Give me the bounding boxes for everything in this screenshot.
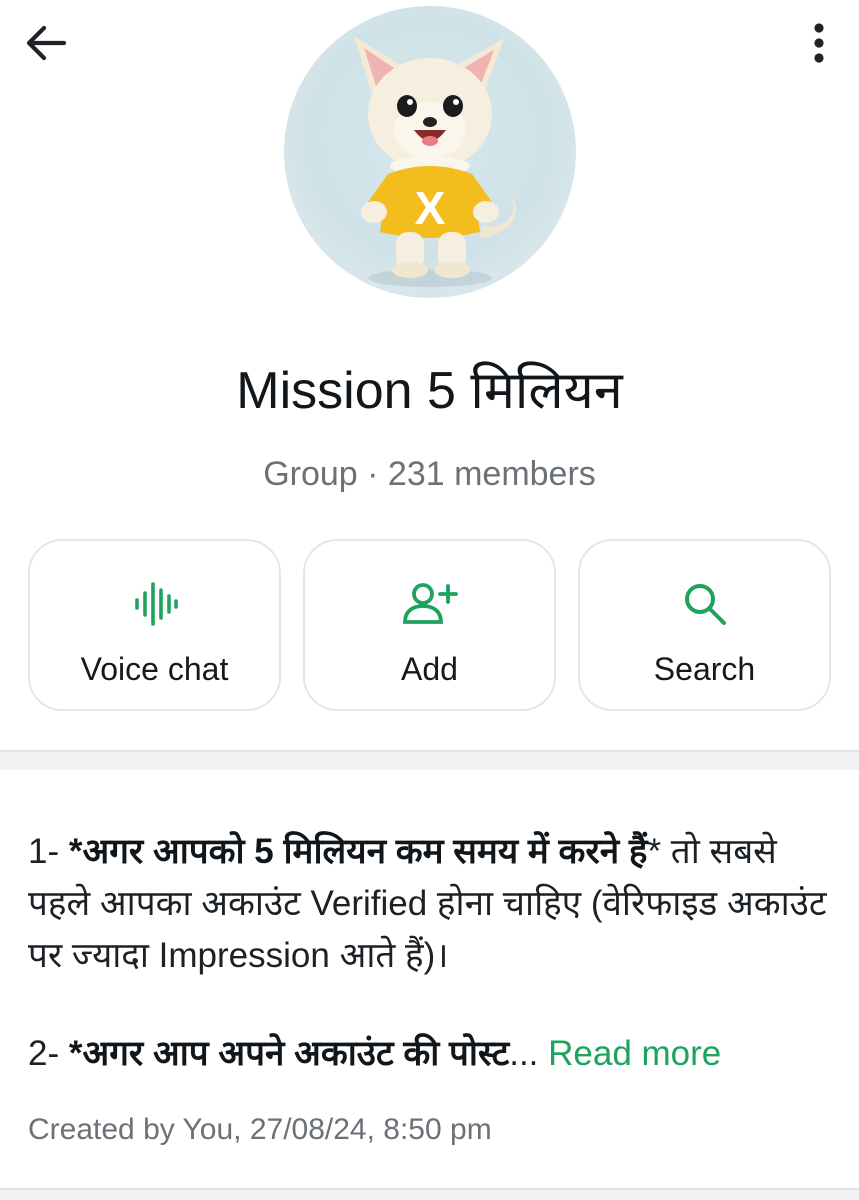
arrow-left-icon <box>24 23 68 68</box>
group-name: Mission 5 मिलियन <box>236 362 623 420</box>
action-buttons: Voice chat Add Search <box>28 539 831 711</box>
read-more-link[interactable]: Read more <box>548 1034 721 1073</box>
add-label: Add <box>401 651 458 687</box>
p2-prefix: 2- <box>28 1034 69 1073</box>
search-button[interactable]: Search <box>578 539 831 711</box>
bottom-divider <box>0 1188 859 1200</box>
puppy-mascot-avatar: X <box>354 36 517 287</box>
svg-text:X: X <box>415 182 446 234</box>
voice-chat-label: Voice chat <box>80 651 229 687</box>
add-person-icon <box>401 581 459 627</box>
group-avatar[interactable]: X <box>284 6 576 298</box>
p1-bold-text: *अगर आपको 5 मिलियन कम समय में करने हैं <box>68 832 648 871</box>
p1-prefix: 1- <box>28 832 69 871</box>
back-button[interactable] <box>20 22 72 68</box>
description-paragraph-2: 2- *अगर आप अपने अकाउंट की पोस्ट... Read … <box>28 1028 831 1080</box>
section-divider <box>0 750 859 770</box>
more-vertical-icon <box>813 22 825 69</box>
p2-bold-text: *अगर आप अपने अकाउंट की पोस्ट <box>68 1034 510 1073</box>
search-label: Search <box>653 651 756 687</box>
p2-ellipsis: ... <box>509 1034 549 1073</box>
created-info: Created by You, 27/08/24, 8:50 pm <box>28 1113 492 1146</box>
voice-wave-icon <box>131 581 179 627</box>
add-member-button[interactable]: Add <box>303 539 556 711</box>
group-meta: Group · 231 members <box>263 455 596 493</box>
voice-chat-button[interactable]: Voice chat <box>28 539 281 711</box>
description-paragraph-1: 1- *अगर आपको 5 मिलियन कम समय में करने है… <box>28 826 831 982</box>
group-description: 1- *अगर आपको 5 मिलियन कम समय में करने है… <box>28 826 831 1080</box>
search-icon <box>681 581 729 627</box>
group-info-screen: X Mission 5 मिलियन Group · 231 members V… <box>0 0 859 1200</box>
more-options-button[interactable] <box>799 20 839 70</box>
